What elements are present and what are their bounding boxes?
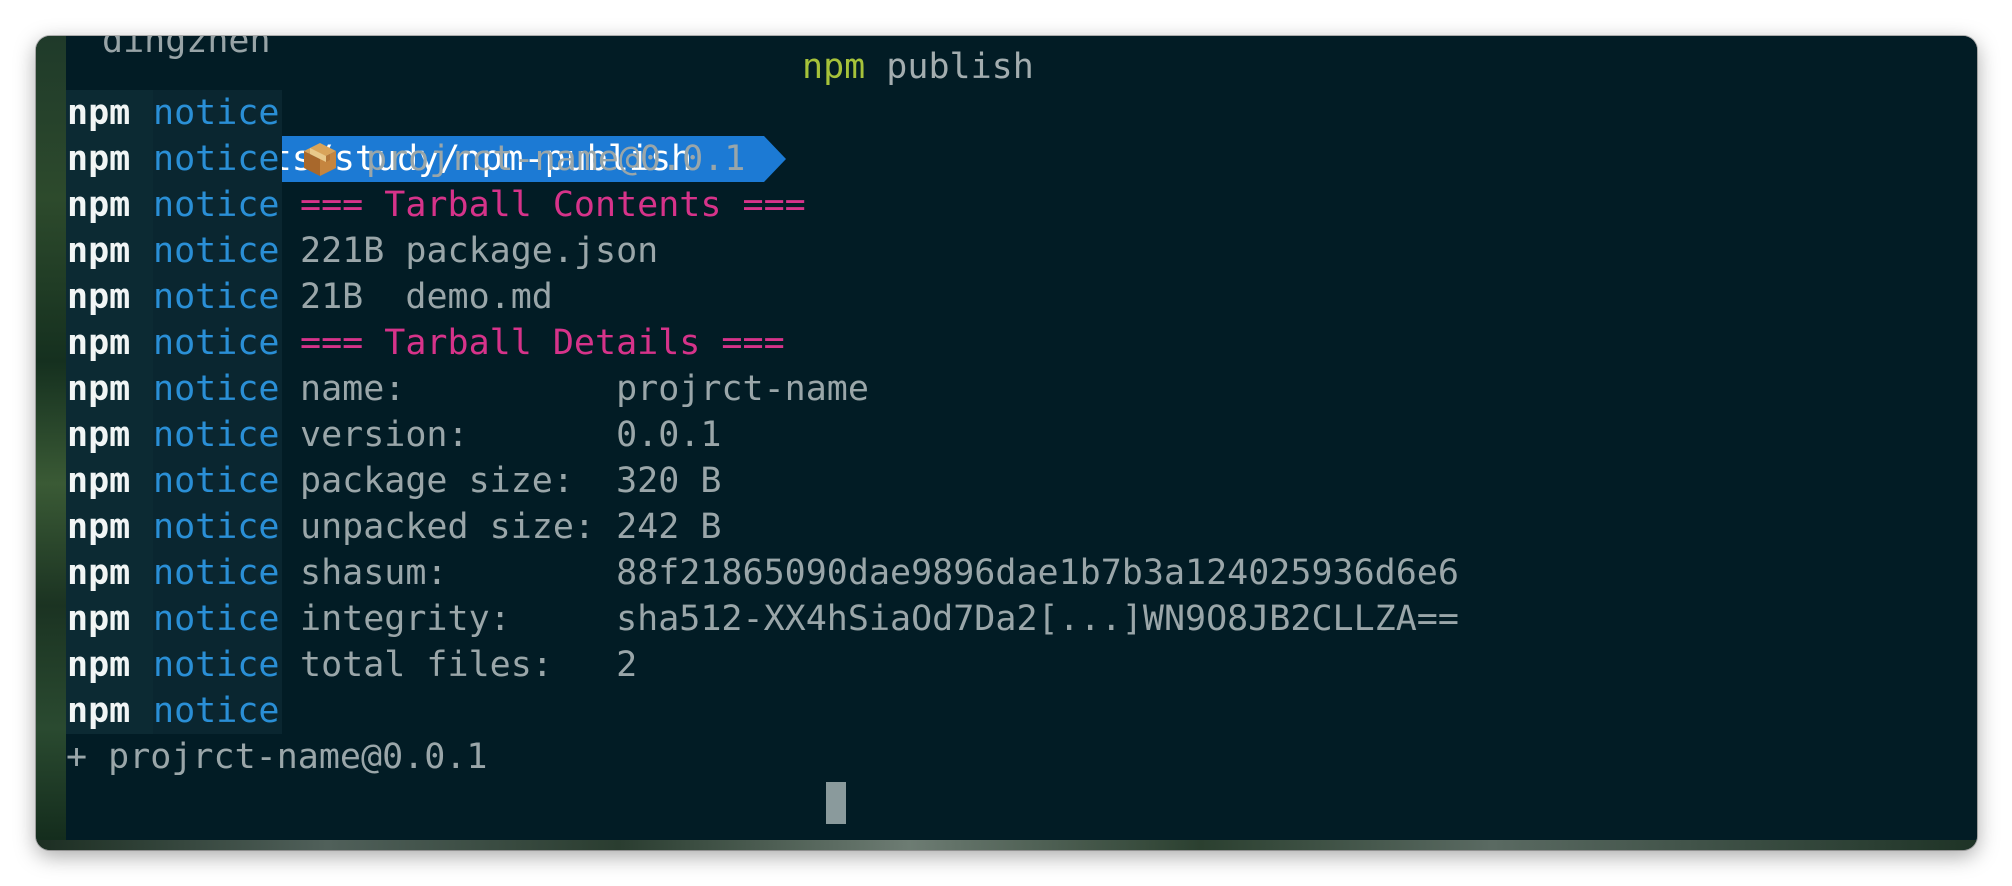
npm-notice-line: npm notice version: 0.0.1 bbox=[66, 412, 721, 458]
notice-label: notice bbox=[153, 642, 282, 688]
terminal-output[interactable]: dingzhen ~/Documents/study/npm-publish n… bbox=[66, 36, 1977, 840]
command-args: publish bbox=[886, 47, 1034, 87]
npm-notice-line: npm notice total files: 2 bbox=[66, 642, 637, 688]
notice-label: notice bbox=[153, 504, 282, 550]
detail-key: version: bbox=[300, 415, 617, 455]
detail-value: projrct-name bbox=[616, 369, 869, 409]
notice-label: notice bbox=[153, 274, 282, 320]
desktop-background-strip bbox=[36, 36, 66, 850]
tarball-contents-header: === Tarball Contents === bbox=[300, 185, 806, 225]
npm-notice-line: npm notice 21B demo.md bbox=[66, 274, 553, 320]
file-name: package.json bbox=[405, 231, 659, 271]
detail-value: sha512-XX4hSiaOd7Da2[...]WN9O8JB2CLLZA== bbox=[616, 599, 1459, 639]
package-name-version: projrct-name@0.0.1 bbox=[366, 139, 746, 179]
npm-notice-line: npm notice === Tarball Details === bbox=[66, 320, 785, 366]
npm-prefix: npm bbox=[66, 228, 153, 274]
detail-value: 0.0.1 bbox=[616, 415, 722, 455]
npm-prefix: npm bbox=[66, 550, 153, 596]
file-size: 221B bbox=[300, 231, 385, 271]
notice-label: notice bbox=[153, 228, 282, 274]
npm-prefix: npm bbox=[66, 596, 153, 642]
notice-label: notice bbox=[153, 458, 282, 504]
npm-notice-line: npm notice unpacked size: 242 B bbox=[66, 504, 721, 550]
npm-prefix: npm bbox=[66, 504, 153, 550]
publish-result-line: + projrct-name@0.0.1 bbox=[66, 737, 488, 777]
npm-notice-line: npm notice === Tarball Contents === bbox=[66, 182, 806, 228]
package-box-icon bbox=[300, 141, 336, 176]
npm-prefix: npm bbox=[66, 688, 153, 734]
npm-notice-line: npm notice 221B package.json bbox=[66, 228, 658, 274]
npm-prefix: npm bbox=[66, 136, 153, 182]
npm-prefix: npm bbox=[66, 412, 153, 458]
npm-notice-line: npm notice name: projrct-name bbox=[66, 366, 869, 412]
npm-prefix: npm bbox=[66, 642, 153, 688]
npm-notice-line: npm notice projrct-name@0.0.1 bbox=[66, 136, 745, 182]
detail-key: name: bbox=[300, 369, 617, 409]
terminal-window: dingzhen ~/Documents/study/npm-publish n… bbox=[36, 36, 1977, 850]
detail-key: package size: bbox=[300, 461, 617, 501]
file-name: demo.md bbox=[405, 277, 553, 317]
detail-key: integrity: bbox=[300, 599, 617, 639]
prompt-line: ~/Documents/study/npm-publish npm publis… bbox=[66, 44, 1266, 182]
notice-label: notice bbox=[153, 320, 282, 366]
notice-label: notice bbox=[153, 182, 282, 228]
npm-prefix: npm bbox=[66, 366, 153, 412]
npm-notice-line: npm notice integrity: sha512-XX4hSiaOd7Da2… bbox=[66, 596, 1459, 642]
npm-notice-line: npm notice shasum: 88f21865090dae9896dae1b… bbox=[66, 550, 1459, 596]
detail-key: unpacked size: bbox=[300, 507, 617, 547]
notice-label: notice bbox=[153, 136, 282, 182]
npm-prefix: npm bbox=[66, 274, 153, 320]
npm-notice-line: npm notice bbox=[66, 90, 282, 136]
file-size: 21B bbox=[300, 277, 385, 317]
desktop-background-bottom bbox=[36, 840, 1977, 850]
prompt-line: ~/Documents/study/npm-publish bbox=[66, 780, 966, 826]
notice-label: notice bbox=[153, 412, 282, 458]
notice-label: notice bbox=[153, 366, 282, 412]
command-text: npm publish bbox=[802, 44, 1034, 90]
detail-value: 242 B bbox=[616, 507, 722, 547]
detail-key: shasum: bbox=[300, 553, 617, 593]
detail-value: 2 bbox=[616, 645, 638, 685]
npm-prefix: npm bbox=[66, 320, 153, 366]
npm-prefix: npm bbox=[66, 182, 153, 228]
notice-label: notice bbox=[153, 550, 282, 596]
npm-prefix: npm bbox=[66, 458, 153, 504]
npm-notice-line: npm notice package size: 320 B bbox=[66, 458, 721, 504]
powerline-arrow-icon bbox=[764, 136, 786, 182]
terminal-cursor[interactable] bbox=[826, 782, 846, 824]
detail-value: 320 B bbox=[616, 461, 722, 501]
notice-label: notice bbox=[153, 688, 282, 734]
tarball-details-header: === Tarball Details === bbox=[300, 323, 785, 363]
detail-key: total files: bbox=[300, 645, 617, 685]
notice-label: notice bbox=[153, 596, 282, 642]
npm-prefix: npm bbox=[66, 90, 153, 136]
npm-notice-line: npm notice bbox=[66, 688, 282, 734]
command-program: npm bbox=[802, 47, 866, 87]
notice-label: notice bbox=[153, 90, 282, 136]
detail-value: 88f21865090dae9896dae1b7b3a124025936d6e6 bbox=[616, 553, 1459, 593]
